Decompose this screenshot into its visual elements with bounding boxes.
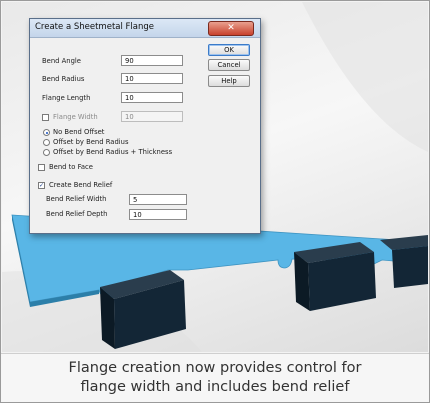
offset-by-radius-thickness-radio[interactable] bbox=[43, 149, 50, 156]
dialog-titlebar[interactable]: Create a Sheetmetal Flange ✕ bbox=[30, 19, 260, 38]
create-bend-relief-label: Create Bend Relief bbox=[49, 181, 113, 189]
help-button[interactable]: Help bbox=[208, 75, 250, 87]
bend-relief-width-field[interactable]: 5 bbox=[129, 194, 187, 205]
bend-angle-field[interactable]: 90 bbox=[121, 55, 183, 66]
offset-by-bend-radius-radio[interactable] bbox=[43, 139, 50, 146]
figure-caption: Flange creation now provides control for… bbox=[1, 353, 429, 402]
bend-angle-label: Bend Angle bbox=[42, 57, 81, 65]
bend-to-face-label: Bend to Face bbox=[49, 163, 93, 171]
cad-viewport: Create a Sheetmetal Flange ✕ Bend Angle … bbox=[2, 2, 428, 352]
cancel-button[interactable]: Cancel bbox=[208, 59, 250, 71]
offset-by-radius-thickness-label: Offset by Bend Radius + Thickness bbox=[53, 148, 173, 156]
ok-button[interactable]: OK bbox=[208, 44, 250, 56]
offset-by-bend-radius-label: Offset by Bend Radius bbox=[53, 138, 129, 146]
flange-length-label: Flange Length bbox=[42, 94, 91, 102]
check-icon: ✓ bbox=[39, 182, 45, 189]
figure-frame: Create a Sheetmetal Flange ✕ Bend Angle … bbox=[0, 0, 430, 403]
close-button[interactable]: ✕ bbox=[208, 21, 254, 36]
bend-radius-field[interactable]: 10 bbox=[121, 73, 183, 84]
flange-width-label: Flange Width bbox=[53, 113, 98, 121]
close-icon: ✕ bbox=[227, 23, 235, 33]
flange-width-checkbox[interactable] bbox=[42, 114, 49, 121]
no-bend-offset-label: No Bend Offset bbox=[53, 128, 105, 136]
create-bend-relief-checkbox[interactable]: ✓ bbox=[38, 182, 45, 189]
caption-line-2: flange width and includes bend relief bbox=[80, 379, 350, 395]
flange-width-field[interactable]: 10 bbox=[121, 111, 183, 122]
bend-relief-depth-label: Bend Relief Depth bbox=[46, 210, 108, 218]
flange-length-field[interactable]: 10 bbox=[121, 92, 183, 103]
flange-right-front bbox=[392, 246, 428, 288]
bend-relief-width-label: Bend Relief Width bbox=[46, 195, 107, 203]
background-shade bbox=[302, 2, 428, 152]
caption-line-1: Flange creation now provides control for bbox=[68, 360, 362, 376]
sheetmetal-flange-dialog: Create a Sheetmetal Flange ✕ Bend Angle … bbox=[29, 18, 261, 234]
dialog-title: Create a Sheetmetal Flange bbox=[35, 22, 155, 32]
bend-relief-depth-field[interactable]: 10 bbox=[129, 209, 187, 220]
bend-to-face-checkbox[interactable] bbox=[38, 164, 45, 171]
bend-radius-label: Bend Radius bbox=[42, 75, 85, 83]
no-bend-offset-radio[interactable] bbox=[43, 129, 50, 136]
